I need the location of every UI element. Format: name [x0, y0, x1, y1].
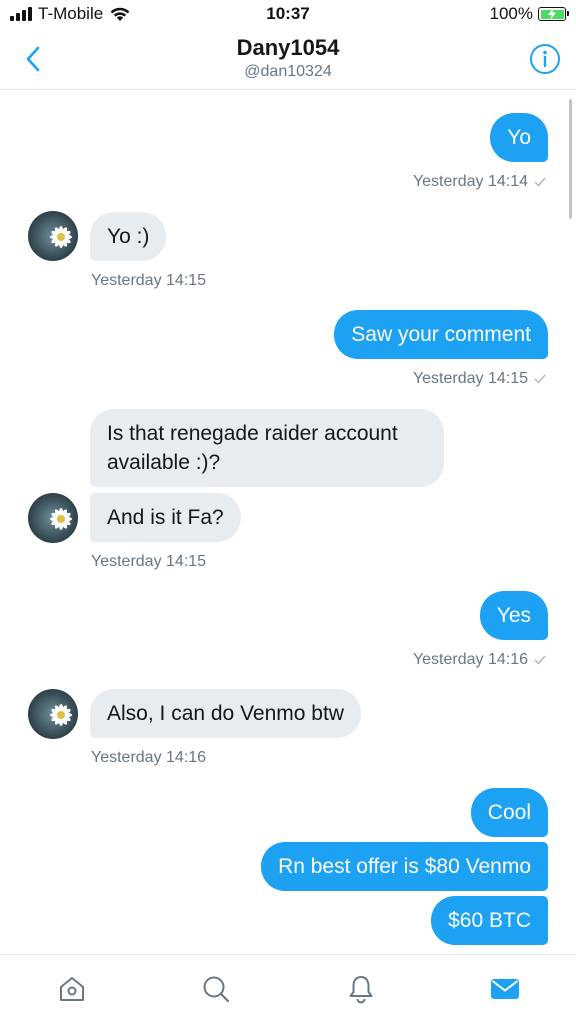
tab-search[interactable] — [196, 969, 236, 1009]
outgoing-message[interactable]: Saw your comment — [334, 310, 548, 359]
checkmark-icon — [534, 177, 546, 187]
message-timestamp: Yesterday 14:16 — [91, 749, 207, 766]
conversation-title[interactable]: Dany1054 @dan10324 — [0, 34, 576, 82]
avatar[interactable] — [28, 211, 78, 261]
outgoing-message[interactable]: Yes — [479, 591, 548, 640]
tab-messages[interactable] — [485, 969, 525, 1009]
message-thread[interactable]: Yo Yesterday 14:14 Yo :) Yesterday 14:15… — [0, 91, 576, 954]
status-bar: T-Mobile 10:37 100% — [0, 0, 576, 30]
search-icon — [203, 976, 230, 1003]
daisy-avatar-icon — [28, 211, 78, 261]
home-icon — [60, 977, 84, 1001]
tab-notifications[interactable] — [341, 969, 381, 1009]
message-timestamp: Yesterday 14:15 — [91, 272, 207, 289]
incoming-message[interactable]: And is it Fa? — [90, 493, 241, 542]
notifications-icon — [349, 976, 373, 1004]
checkmark-icon — [534, 374, 546, 384]
conversation-info-button[interactable] — [528, 42, 562, 76]
message-timestamp: Yesterday 14:15 — [413, 370, 546, 388]
daisy-avatar-icon — [28, 689, 78, 739]
outgoing-message[interactable]: Yo — [490, 113, 548, 162]
outgoing-message[interactable]: Rn best offer is $80 Venmo — [261, 842, 548, 891]
contact-handle: @dan10324 — [244, 63, 332, 80]
battery-percentage: 100% — [489, 4, 533, 23]
message-timestamp: Yesterday 14:14 — [413, 173, 546, 191]
conversation-header: Dany1054 @dan10324 — [0, 30, 576, 90]
scroll-indicator[interactable] — [569, 99, 572, 219]
messages-icon — [491, 979, 519, 999]
outgoing-message[interactable]: Cool — [470, 788, 548, 837]
incoming-message[interactable]: Is that renegade raider account availabl… — [90, 409, 444, 487]
incoming-message[interactable]: Yo :) — [90, 212, 167, 261]
outgoing-message[interactable]: $60 BTC — [431, 896, 548, 945]
checkmark-icon — [534, 655, 546, 665]
message-timestamp: Yesterday 14:16 — [413, 651, 546, 669]
daisy-avatar-icon — [28, 493, 78, 543]
info-icon — [530, 44, 560, 74]
tab-home[interactable] — [52, 969, 92, 1009]
message-timestamp: Yesterday 14:15 — [91, 553, 207, 570]
avatar[interactable] — [28, 493, 78, 543]
avatar[interactable] — [28, 689, 78, 739]
contact-name: Dany1054 — [236, 35, 340, 60]
incoming-message[interactable]: Also, I can do Venmo btw — [90, 689, 361, 738]
bottom-tab-bar — [0, 954, 576, 1024]
battery-icon — [538, 7, 569, 21]
